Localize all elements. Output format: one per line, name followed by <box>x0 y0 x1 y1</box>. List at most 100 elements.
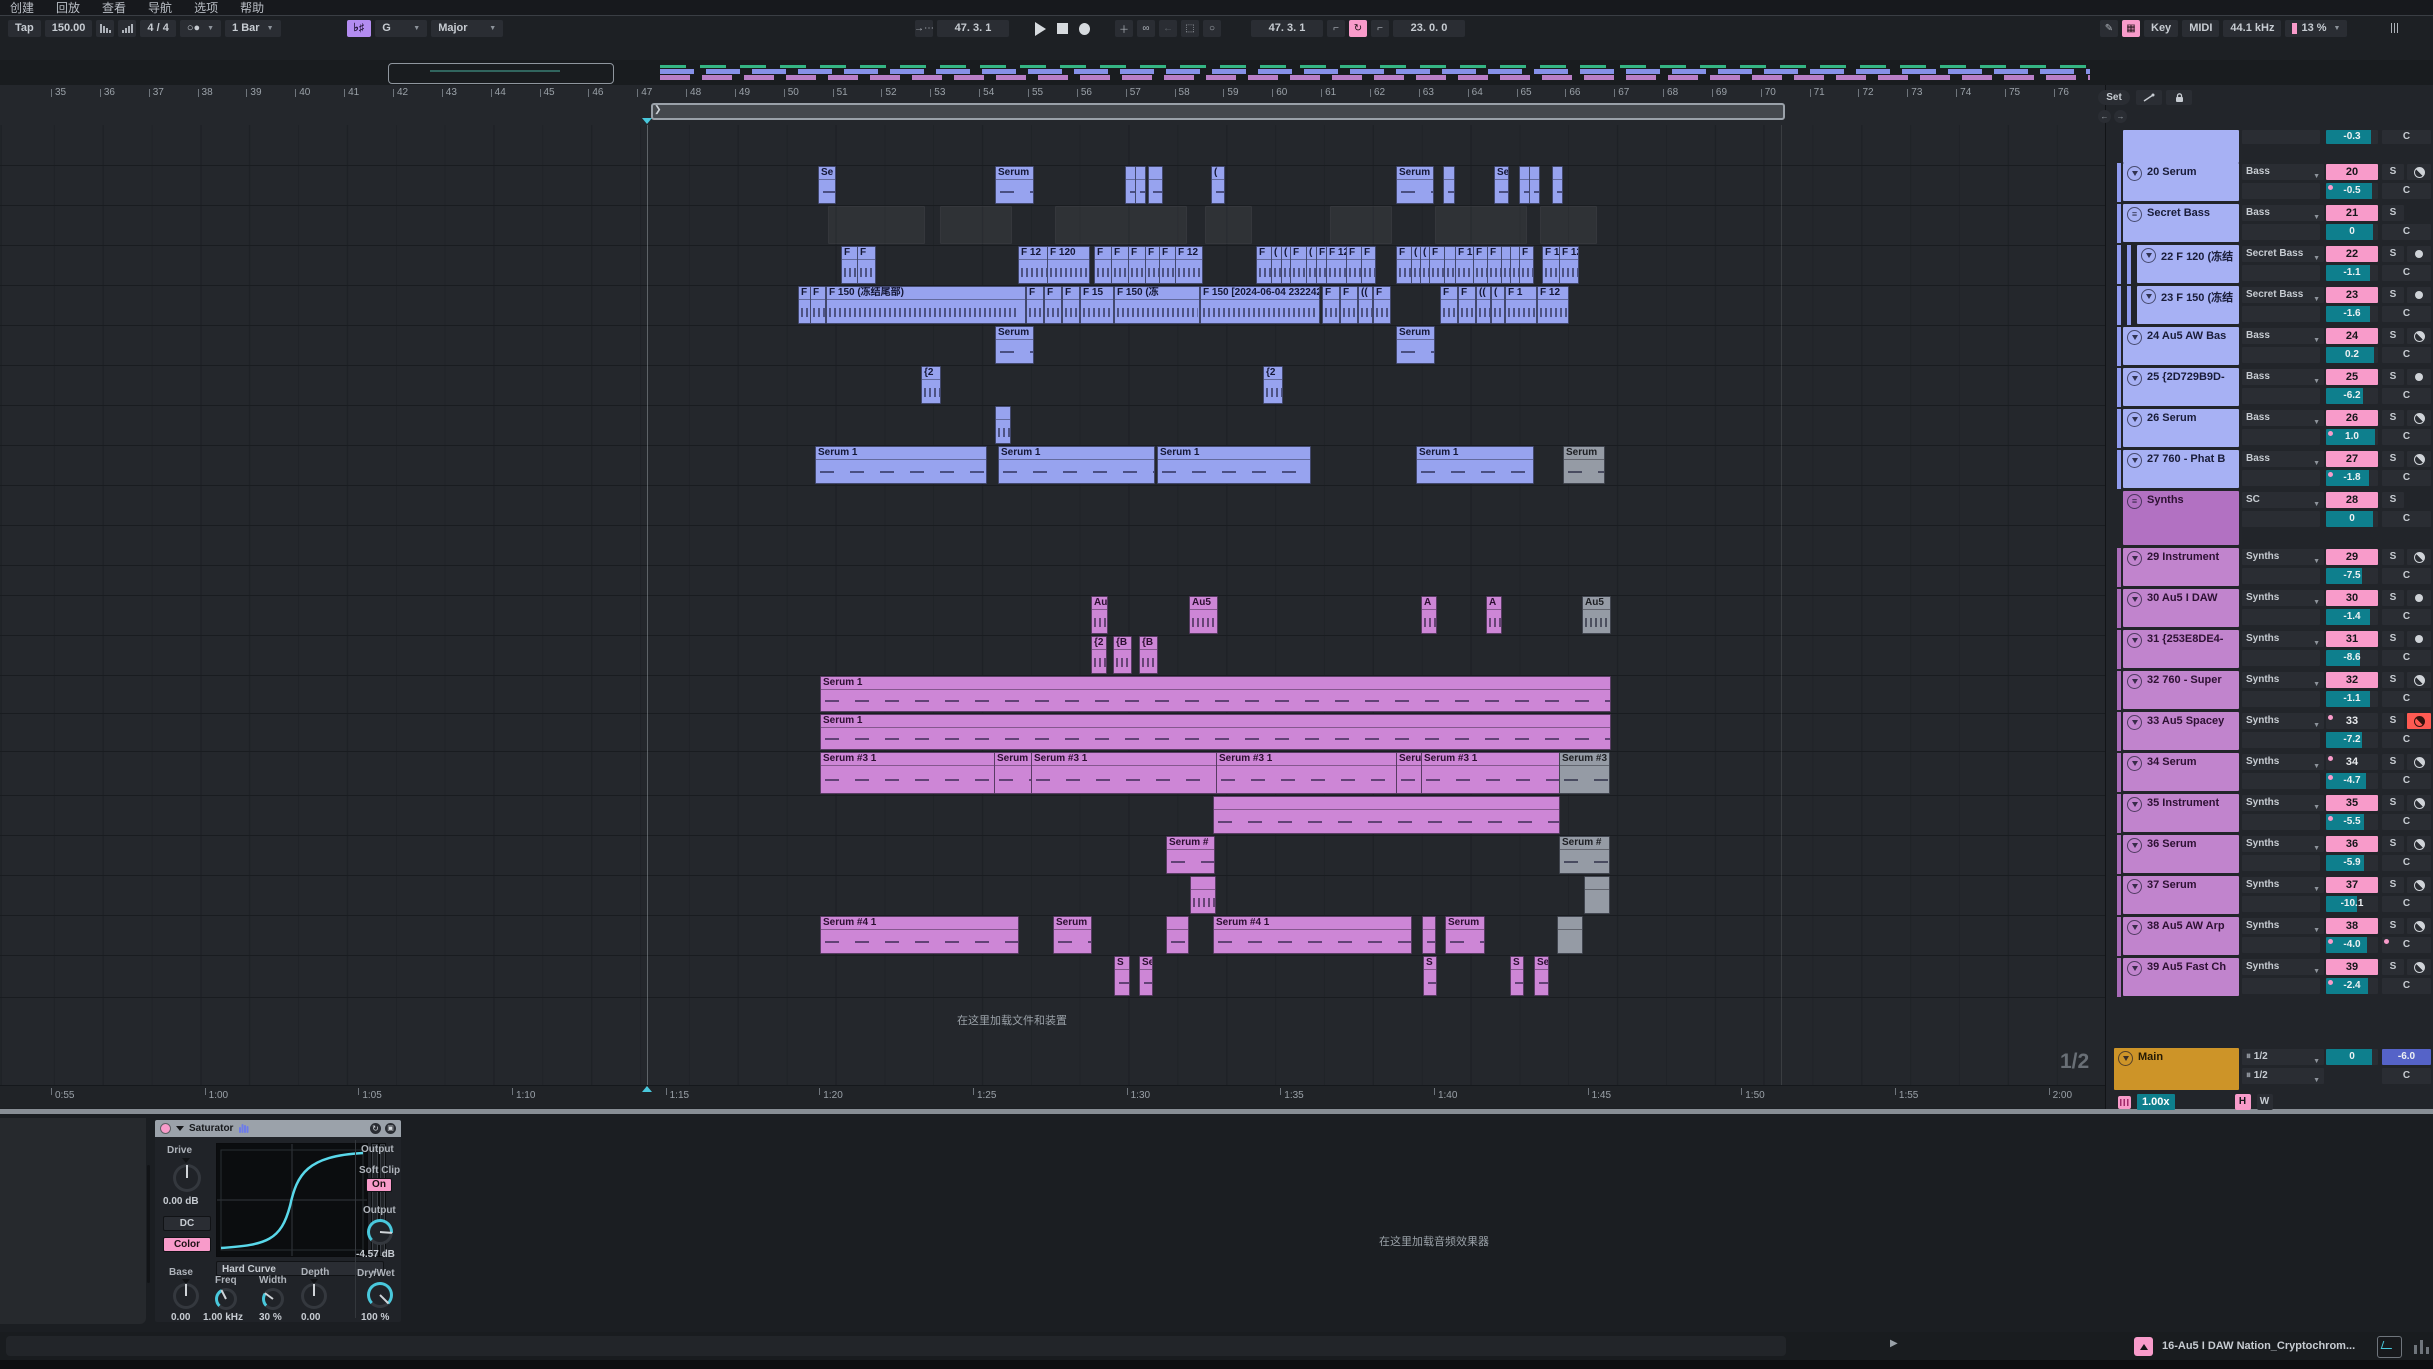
arm-button[interactable] <box>2407 549 2431 565</box>
width-value[interactable]: 30 % <box>259 1312 282 1323</box>
solo-button[interactable]: S <box>2382 205 2404 221</box>
track-lane[interactable]: SeSerum(SerumSe <box>0 165 2105 206</box>
stop-button[interactable] <box>1053 20 1071 37</box>
play-button[interactable] <box>1031 20 1049 37</box>
arm-button[interactable] <box>2407 672 2431 688</box>
clip[interactable]: S <box>1114 956 1130 996</box>
volume-field[interactable]: -1.8 <box>2326 470 2378 486</box>
fold-icon[interactable] <box>2127 453 2142 468</box>
loop-length-field[interactable]: 23. 0. 0 <box>1393 20 1465 37</box>
solo-button[interactable]: S <box>2382 754 2404 770</box>
clip[interactable]: Au <box>1091 596 1108 634</box>
crossfade-button[interactable]: C <box>2382 388 2431 404</box>
solo-button[interactable]: S <box>2382 287 2404 303</box>
clip[interactable]: ( <box>1491 286 1505 324</box>
time-ruler[interactable]: 0:551:001:051:101:151:201:251:301:351:40… <box>0 1085 2105 1108</box>
save-preset-icon[interactable]: ▣ <box>385 1123 396 1134</box>
crossfade-button[interactable]: C <box>2382 978 2431 994</box>
clip[interactable]: Serum #4 1 <box>820 916 1019 954</box>
volume-field[interactable]: -0.5 <box>2326 183 2378 199</box>
clip[interactable]: S <box>1423 956 1437 996</box>
clip[interactable]: Se <box>818 166 836 204</box>
drywet-knob[interactable] <box>367 1282 393 1308</box>
routing-sub-field[interactable] <box>2242 978 2320 994</box>
follow-icon[interactable]: →⋯ <box>915 20 933 37</box>
routing-menu[interactable]: Secret Bass▼ <box>2242 287 2324 303</box>
volume-field[interactable]: -5.9 <box>2326 855 2378 871</box>
punch-out-icon[interactable]: ⌐ <box>1371 20 1389 37</box>
arm-button[interactable] <box>2407 795 2431 811</box>
clip[interactable]: Serum <box>1445 916 1485 954</box>
main-crossfade-button[interactable]: C <box>2382 1068 2431 1084</box>
track-header-21[interactable]: ≡Secret Bass <box>2123 204 2239 242</box>
track-lane[interactable]: Serum 1Serum 1Serum 1Serum 1Serum <box>0 445 2105 486</box>
history-forward-icon[interactable]: → <box>2114 110 2127 123</box>
volume-field[interactable]: -7.5 <box>2326 568 2378 584</box>
base-value[interactable]: 0.00 <box>171 1312 190 1323</box>
loop-start-field[interactable]: 47. 3. 1 <box>1251 20 1323 37</box>
clip[interactable]: ( <box>1211 166 1225 204</box>
output-knob[interactable] <box>367 1219 393 1245</box>
fold-icon[interactable] <box>2141 248 2156 263</box>
fold-icon[interactable] <box>2127 592 2142 607</box>
fold-icon[interactable] <box>2127 920 2142 935</box>
clip[interactable]: Serum #3 <box>1559 752 1610 794</box>
midi-map-button[interactable]: MIDI <box>2182 20 2219 37</box>
volume-field[interactable]: -6.2 <box>2326 388 2378 404</box>
clip[interactable]: Serum <box>1396 752 1422 794</box>
clip[interactable]: (( <box>1476 286 1491 324</box>
main-routing-menu[interactable]: ⏸ 1/2▼ <box>2242 1068 2324 1084</box>
add-marker-icon[interactable]: ＋ <box>1115 20 1133 37</box>
clip[interactable]: F <box>1111 246 1129 284</box>
clip[interactable]: F <box>1487 246 1502 284</box>
track-activator[interactable]: 35 <box>2326 795 2378 811</box>
clip[interactable]: F 15 <box>1080 286 1114 324</box>
loop-button[interactable]: ↻ <box>1349 20 1367 37</box>
volume-field[interactable]: -5.5 <box>2326 814 2378 830</box>
clip[interactable]: Serum <box>1396 166 1434 204</box>
volume-field[interactable]: -7.2 <box>2326 732 2378 748</box>
track-lane[interactable]: SSeSSSe <box>0 955 2105 998</box>
arrangement-area[interactable]: SeSerum(SerumSeFFF 12F 120FFFFFF 12F((F(… <box>0 125 2105 1085</box>
solo-button[interactable]: S <box>2382 713 2404 729</box>
routing-menu[interactable]: Bass▼ <box>2242 369 2324 385</box>
track-lane[interactable]: {2{2 <box>0 365 2105 406</box>
track-header-33[interactable]: 33 Au5 Spacey <box>2123 712 2239 750</box>
volume-field[interactable]: 0 <box>2326 224 2378 240</box>
routing-sub-field[interactable] <box>2242 224 2320 240</box>
clip[interactable]: F <box>1346 246 1362 284</box>
clip[interactable]: F 150 (冻结尾部) <box>826 286 1026 324</box>
arm-button[interactable] <box>2407 836 2431 852</box>
device-title-bar[interactable]: Saturator ↻ ▣ <box>155 1120 401 1137</box>
track-activator[interactable]: 20 <box>2326 164 2378 180</box>
clip[interactable]: F <box>1145 246 1160 284</box>
clip[interactable] <box>1055 206 1187 244</box>
clip[interactable]: F <box>1429 246 1445 284</box>
track-activator[interactable]: 34 <box>2326 754 2378 770</box>
routing-sub-field[interactable] <box>2242 429 2320 445</box>
arm-button[interactable] <box>2407 246 2431 262</box>
clip[interactable]: F 150 [2024-06-04 232242] <box>1200 286 1320 324</box>
solo-button[interactable]: S <box>2382 246 2404 262</box>
height-zoom-button[interactable]: H <box>2235 1094 2251 1110</box>
clip[interactable]: Se <box>1494 166 1509 204</box>
routing-menu[interactable]: Secret Bass▼ <box>2242 246 2324 262</box>
clip[interactable]: F <box>1062 286 1080 324</box>
menu-item-帮助[interactable]: 帮助 <box>240 0 264 16</box>
clip[interactable] <box>1213 796 1560 834</box>
clip[interactable] <box>1584 876 1610 914</box>
track-activator[interactable]: 21 <box>2326 205 2378 221</box>
menu-item-导航[interactable]: 导航 <box>148 0 172 16</box>
crossfade-button[interactable]: C <box>2382 511 2431 527</box>
crossfade-button[interactable]: C <box>2382 470 2431 486</box>
track-lane[interactable]: Serum #3 1SerumSerum #3 1Serum #3 1Serum… <box>0 751 2105 796</box>
clip[interactable]: Serum #4 1 <box>1213 916 1412 954</box>
menu-item-回放[interactable]: 回放 <box>56 0 80 16</box>
track-lane[interactable]: AuAu5AAAu5 <box>0 595 2105 636</box>
arm-button[interactable] <box>2407 410 2431 426</box>
solo-button[interactable]: S <box>2382 836 2404 852</box>
quantize-menu[interactable]: 1 Bar▼ <box>225 20 280 37</box>
routing-menu[interactable]: Synths▼ <box>2242 959 2324 975</box>
clip[interactable]: F 12 <box>1537 286 1569 324</box>
solo-button[interactable]: S <box>2382 959 2404 975</box>
